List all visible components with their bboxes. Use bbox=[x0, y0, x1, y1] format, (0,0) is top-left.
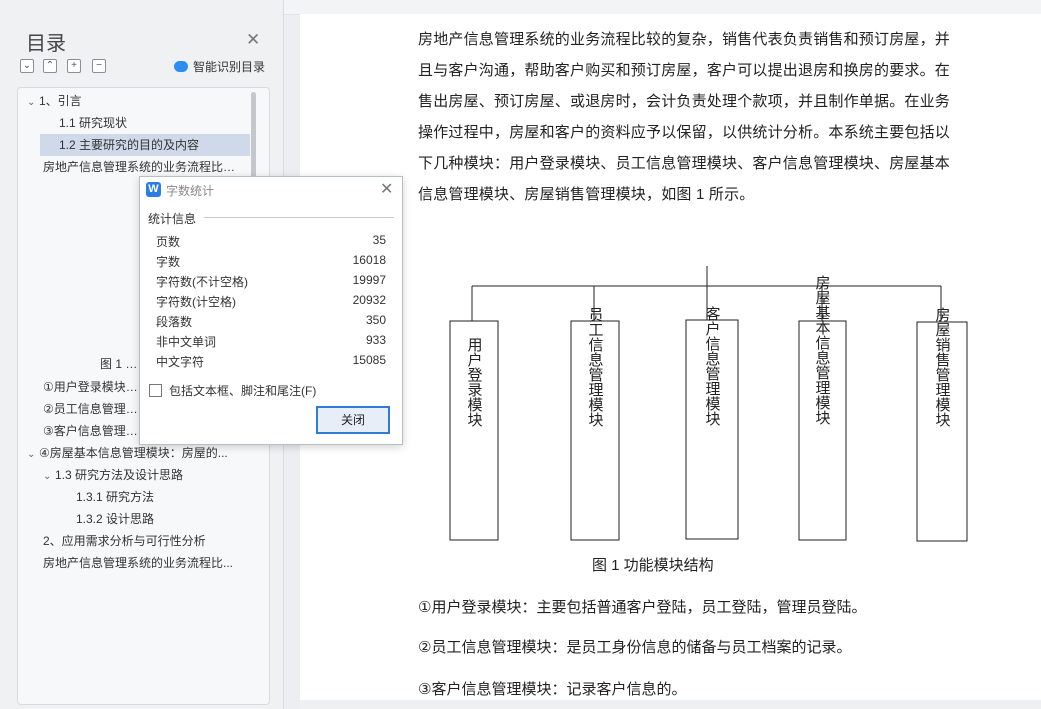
toc-item-method-design[interactable]: 1.3.2 设计思路 bbox=[76, 508, 236, 530]
module-label: 员工信息管理模块 bbox=[587, 307, 604, 427]
stat-value: 350 bbox=[365, 313, 386, 327]
module-box-house-sales: 房屋销售管理模块 bbox=[916, 286, 968, 542]
bullet-item[interactable]: ③客户信息管理模块：记录客户信息的。 bbox=[418, 678, 686, 699]
document-page[interactable]: 房地产信息管理系统的业务流程比较的复杂，销售代表负责销售和预订房屋，并 且与客户… bbox=[300, 14, 1041, 709]
wps-logo-icon: W bbox=[146, 182, 161, 197]
include-notes-checkbox[interactable] bbox=[149, 384, 162, 397]
bullet-item[interactable]: ①用户登录模块：主要包括普通客户登陆，员工登陆，管理员登陆。 bbox=[418, 596, 866, 617]
toc-item-label: ④房屋基本信息管理模块：房屋的... bbox=[39, 446, 228, 460]
toc-item-label: 1.1 研究现状 bbox=[59, 116, 128, 130]
toc-item-label: ①用户登录模块：主要包括普通客户登陆，... bbox=[43, 380, 139, 394]
module-box-customer-info: 客户信息管理模块 bbox=[685, 286, 739, 540]
stat-value: 933 bbox=[365, 333, 386, 347]
toc-item-business-flow-2[interactable]: 房地产信息管理系统的业务流程比... bbox=[43, 552, 243, 574]
chevron-down-icon[interactable]: ⌄ bbox=[43, 466, 55, 486]
stat-row: 字符数(计空格) 20932 bbox=[156, 293, 386, 313]
toc-item-label: 图 1 功能模块结构 bbox=[100, 357, 140, 371]
chevron-down-icon[interactable]: ⌄ bbox=[27, 444, 39, 464]
toc-item-label: 1.2 主要研究的目的及内容 bbox=[59, 138, 200, 152]
toc-item-bullet4[interactable]: ⌄ ④房屋基本信息管理模块：房屋的... bbox=[27, 442, 242, 464]
toc-item-label: 1.3.1 研究方法 bbox=[76, 490, 155, 504]
stat-label: 中文字符 bbox=[156, 355, 205, 369]
figure-caption: 图 1 功能模块结构 bbox=[592, 557, 714, 574]
expand-level-icon[interactable]: ⌃ bbox=[43, 59, 57, 73]
bullet-item[interactable]: ②员工信息管理模块：是员工身份信息的储备与员工档案的记录。 bbox=[418, 636, 851, 657]
module-box-user-login: 用户登录模块 bbox=[449, 286, 499, 541]
bottom-ruler bbox=[300, 700, 1041, 709]
toc-item-research-status[interactable]: 1.1 研究现状 bbox=[59, 112, 247, 134]
toc-title: 目录 bbox=[26, 33, 66, 55]
stat-row: 中文字符 15085 bbox=[156, 353, 386, 373]
toc-item-method-research[interactable]: 1.3.1 研究方法 bbox=[76, 486, 236, 508]
stat-label: 段落数 bbox=[156, 315, 193, 329]
stat-label: 字符数(不计空格) bbox=[156, 275, 248, 289]
stat-value: 20932 bbox=[352, 293, 386, 307]
stat-label: 非中文单词 bbox=[156, 335, 217, 349]
toc-item-bullet3[interactable]: ③客户信息管理模块：记录客户信息的。 bbox=[43, 420, 139, 442]
stat-value: 16018 bbox=[352, 253, 386, 267]
toc-item-label: 2、应用需求分析与可行性分析 bbox=[43, 534, 206, 548]
remove-heading-icon[interactable]: − bbox=[92, 59, 106, 73]
toc-scrollbar[interactable] bbox=[251, 92, 256, 187]
stat-row: 页数 35 bbox=[156, 233, 386, 253]
module-label: 客户信息管理模块 bbox=[704, 306, 721, 426]
stat-row: 字数 16018 bbox=[156, 253, 386, 273]
toc-item-label: 1、引言 bbox=[39, 94, 82, 108]
close-icon[interactable]: ✕ bbox=[380, 179, 393, 199]
module-label: 用户登录模块 bbox=[466, 337, 483, 427]
chevron-down-icon[interactable]: ⌄ bbox=[27, 92, 39, 112]
add-heading-icon[interactable]: + bbox=[67, 59, 81, 73]
section-divider bbox=[204, 217, 394, 218]
toc-item-bullet1[interactable]: ①用户登录模块：主要包括普通客户登陆，... bbox=[43, 376, 139, 398]
toc-item-label: 1.3 研究方法及设计思路 bbox=[55, 468, 184, 482]
close-button[interactable]: 关闭 bbox=[316, 406, 390, 434]
section-heading: 统计信息 bbox=[148, 212, 197, 226]
module-box-house-info: 房屋基本信息管理模块 bbox=[798, 275, 847, 541]
toc-item-requirements[interactable]: 2、应用需求分析与可行性分析 bbox=[43, 530, 243, 552]
toc-item-figure1[interactable]: 图 1 功能模块结构 bbox=[100, 353, 140, 375]
toc-item-label: 房地产信息管理系统的业务流程比... bbox=[43, 556, 234, 570]
smart-toc-label: 智能识别目录 bbox=[193, 60, 266, 74]
module-structure-diagram: 用户登录模块 员工信息管理模块 客户信息管理模块 房屋基本信息管理模块 房屋销售… bbox=[449, 266, 968, 542]
stat-label: 字数 bbox=[156, 255, 181, 269]
toc-item-label: ③客户信息管理模块：记录客户信息的。 bbox=[43, 424, 139, 438]
stat-value: 15085 bbox=[352, 353, 386, 367]
toc-item-methods[interactable]: ⌄ 1.3 研究方法及设计思路 bbox=[43, 464, 243, 486]
close-icon[interactable]: ✕ bbox=[246, 30, 260, 50]
stat-value: 19997 bbox=[352, 273, 386, 287]
module-label: 房屋基本信息管理模块 bbox=[814, 275, 831, 425]
stat-row: 字符数(不计空格) 19997 bbox=[156, 273, 386, 293]
dialog-title: 字数统计 bbox=[166, 184, 215, 198]
collapse-level-icon[interactable]: ⌄ bbox=[20, 59, 34, 73]
toc-item-business-flow[interactable]: 房地产信息管理系统的业务流程比较的复杂，... bbox=[43, 156, 243, 178]
include-notes-label: 包括文本框、脚注和尾注(F) bbox=[169, 384, 317, 398]
stat-row: 非中文单词 933 bbox=[156, 333, 386, 353]
toc-item-label: 房地产信息管理系统的业务流程比较的复杂，... bbox=[43, 160, 243, 174]
toc-item-bullet2[interactable]: ②员工信息管理模块：是员工身份信息的储... bbox=[43, 398, 139, 420]
toc-item-label: ②员工信息管理模块：是员工身份信息的储... bbox=[43, 402, 139, 416]
toc-item-label: 1.3.2 设计思路 bbox=[76, 512, 155, 526]
stat-row: 段落数 350 bbox=[156, 313, 386, 333]
module-label: 房屋销售管理模块 bbox=[934, 307, 951, 427]
stat-label: 字符数(计空格) bbox=[156, 295, 236, 309]
smart-toc-button[interactable]: 智能识别目录 bbox=[174, 58, 265, 75]
toc-item-intro[interactable]: ⌄ 1、引言 bbox=[27, 90, 247, 112]
word-count-dialog: W 字数统计 ✕ 统计信息 页数 35 字数 16018 字符数(不计空格) 1… bbox=[139, 176, 403, 445]
cloud-icon bbox=[174, 61, 188, 72]
toc-item-research-goals[interactable]: 1.2 主要研究的目的及内容 bbox=[40, 134, 250, 156]
stat-label: 页数 bbox=[156, 235, 181, 249]
module-box-employee-info: 员工信息管理模块 bbox=[570, 286, 620, 541]
stat-value: 35 bbox=[372, 233, 386, 247]
include-notes-option[interactable]: 包括文本框、脚注和尾注(F) bbox=[149, 382, 316, 399]
